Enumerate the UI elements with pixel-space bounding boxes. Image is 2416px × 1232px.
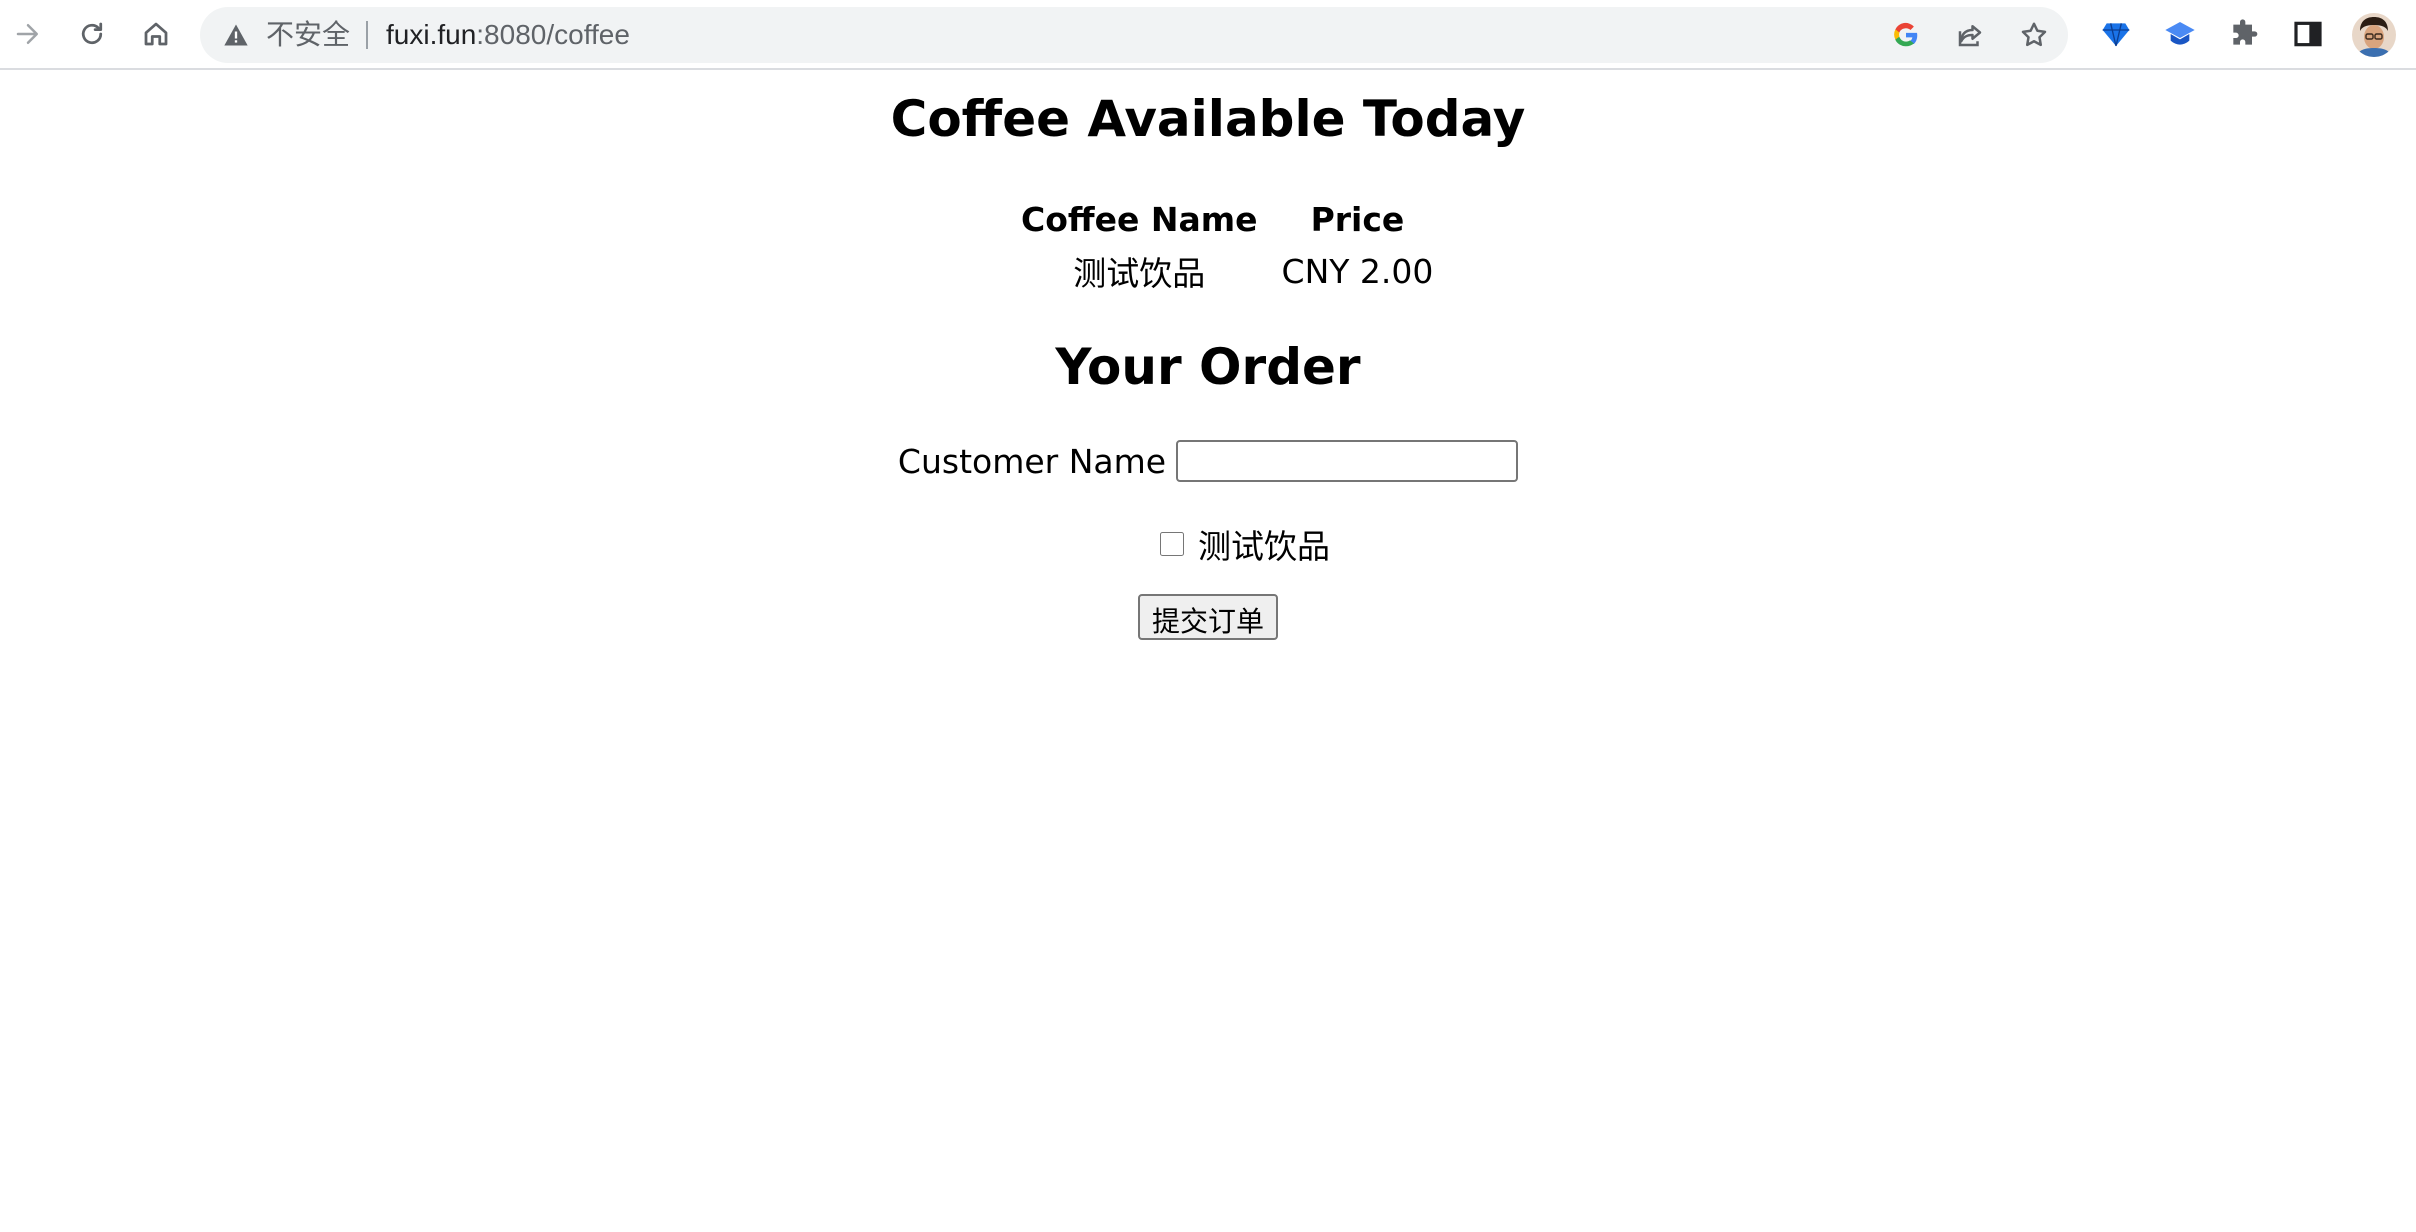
avatar-icon	[2352, 13, 2396, 57]
forward-button[interactable]	[6, 12, 50, 56]
page-title: Coffee Available Today	[890, 90, 1526, 148]
table-row: 测试饮品 CNY 2.00	[1011, 246, 1443, 296]
share-button[interactable]	[1954, 19, 1986, 51]
page-content: Coffee Available Today Coffee Name Price…	[0, 72, 2416, 1232]
price-cell: CNY 2.00	[1281, 251, 1434, 291]
url-path: :8080/coffee	[476, 19, 630, 50]
submit-order-button[interactable]: 提交订单	[1137, 594, 1278, 640]
address-bar[interactable]: 不安全 fuxi.fun:8080/coffee	[200, 7, 2068, 63]
home-icon	[144, 22, 168, 46]
star-icon	[2021, 22, 2047, 47]
url-text[interactable]: fuxi.fun:8080/coffee	[386, 7, 630, 63]
arrow-right-icon	[16, 24, 38, 44]
coffee-name-cell: 测试饮品	[1073, 254, 1206, 293]
share-icon	[1958, 25, 1982, 47]
column-header-coffee-name: Coffee Name	[1021, 199, 1258, 239]
google-icon	[1894, 22, 1918, 47]
extensions-button[interactable]	[2226, 16, 2262, 52]
table-header-row: Coffee Name Price	[1011, 196, 1443, 242]
graduation-cap-extension-icon	[2165, 22, 2195, 45]
customer-name-row: Customer Name	[0, 440, 2416, 482]
order-item-checkbox[interactable]	[1160, 532, 1184, 556]
puzzle-icon	[2233, 19, 2258, 45]
side-panel-icon	[2294, 21, 2322, 47]
customer-name-label: Customer Name	[897, 441, 1167, 481]
customer-name-input[interactable]	[1176, 440, 1519, 482]
url-divider	[366, 21, 368, 49]
security-label[interactable]: 不安全	[266, 7, 350, 63]
extension-cap-button[interactable]	[2162, 16, 2198, 52]
submit-row: 提交订单	[0, 594, 2416, 640]
warning-icon[interactable]	[222, 21, 250, 49]
google-lens-button[interactable]	[1890, 19, 1922, 51]
bookmark-button[interactable]	[2018, 19, 2050, 51]
reload-icon	[81, 22, 103, 45]
column-header-price: Price	[1310, 199, 1405, 239]
coffee-menu-table: Coffee Name Price 测试饮品 CNY 2.00	[1007, 192, 1447, 300]
home-button[interactable]	[134, 12, 178, 56]
side-panel-button[interactable]	[2290, 16, 2326, 52]
reload-button[interactable]	[70, 12, 114, 56]
extension-diamond-button[interactable]	[2098, 16, 2134, 52]
order-item-row: 测试饮品	[1158, 520, 1330, 568]
profile-avatar[interactable]	[2352, 13, 2396, 57]
url-host: fuxi.fun	[386, 19, 477, 50]
browser-toolbar: 不安全 fuxi.fun:8080/coffee	[0, 0, 2416, 70]
order-heading: Your Order	[1055, 338, 1361, 396]
diamond-extension-icon	[2102, 23, 2130, 47]
order-item-label[interactable]: 测试饮品	[1198, 520, 1330, 568]
